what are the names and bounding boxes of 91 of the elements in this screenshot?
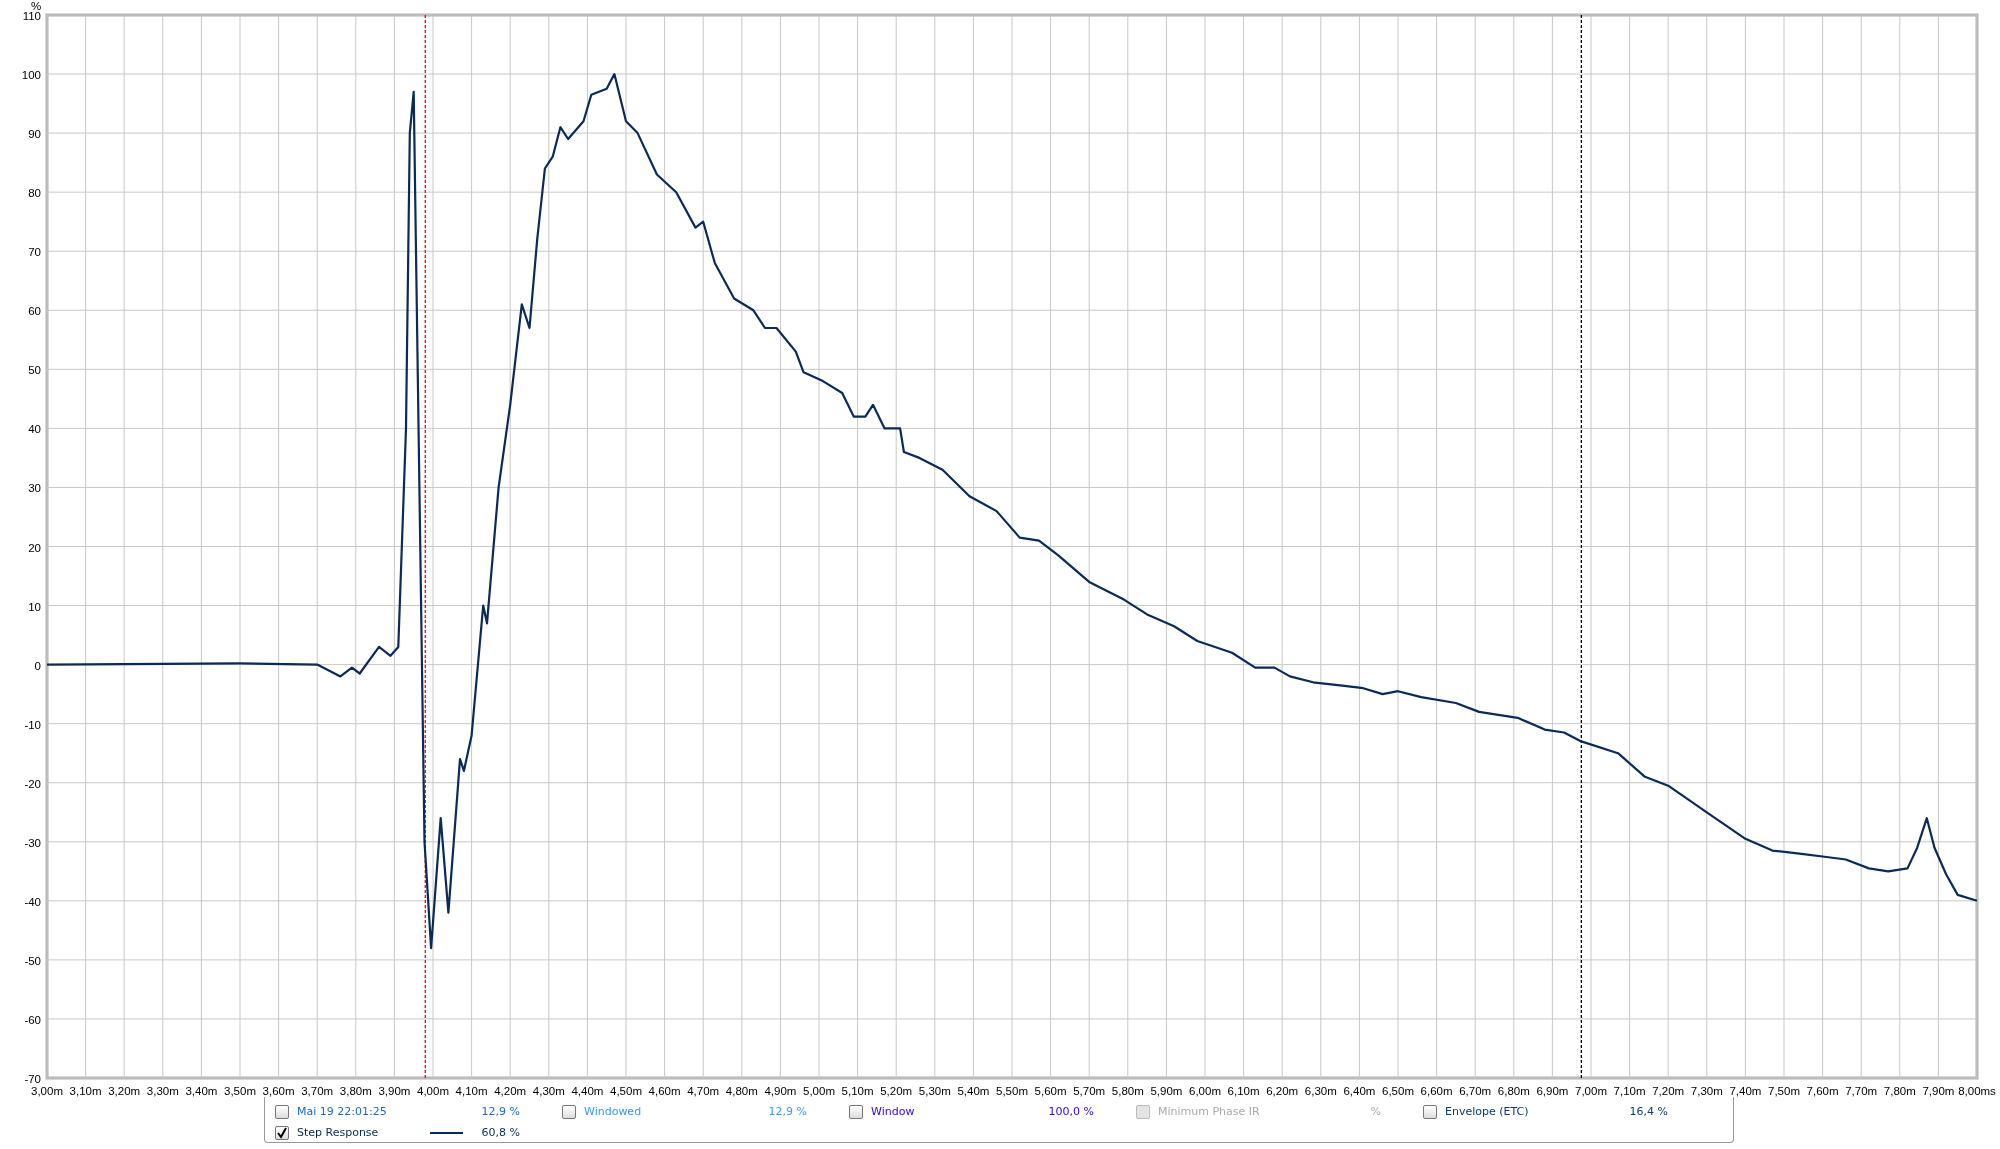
- x-tick-label: 3,30m: [146, 1085, 179, 1097]
- y-tick-label: 50: [28, 364, 41, 377]
- y-tick-label: 20: [28, 541, 41, 554]
- x-tick-label: 3,40m: [185, 1085, 218, 1097]
- x-tick-label: 7,70m: [1845, 1085, 1878, 1097]
- x-tick-label: 6,40m: [1343, 1085, 1376, 1097]
- trace-label: Window: [871, 1105, 915, 1118]
- x-tick-label: 6,60m: [1420, 1085, 1453, 1097]
- x-tick-label: 5,00m: [803, 1085, 835, 1097]
- x-tick-label: 5,90m: [1150, 1085, 1183, 1097]
- x-tick-label: 7,60m: [1806, 1085, 1839, 1097]
- x-tick-label: 7,10m: [1613, 1085, 1646, 1097]
- checkbox[interactable]: [275, 1125, 289, 1140]
- y-tick-label: -50: [24, 954, 41, 967]
- checkmark-icon: [276, 1126, 288, 1139]
- x-tick-label: 6,50m: [1382, 1085, 1414, 1097]
- x-tick-label: 5,70m: [1073, 1085, 1106, 1097]
- trace-value: 100,0 %: [1048, 1105, 1094, 1118]
- x-tick-label: 5,10m: [841, 1085, 874, 1097]
- x-tick-label: 3,00m: [31, 1085, 63, 1097]
- x-tick-label: 3,80m: [339, 1085, 372, 1097]
- y-tick-label: -30: [24, 836, 41, 849]
- trace-label: Windowed: [584, 1105, 642, 1118]
- trace-value: %: [1370, 1105, 1381, 1118]
- y-tick-label: 40: [28, 423, 41, 436]
- checkbox[interactable]: [1423, 1104, 1437, 1119]
- trace-label: Envelope (ETC): [1445, 1105, 1529, 1118]
- x-tick-label: 3,90m: [378, 1085, 411, 1097]
- x-tick-label: 3,60m: [262, 1085, 295, 1097]
- x-tick-label: 5,20m: [880, 1085, 913, 1097]
- x-tick-label: 7,30m: [1690, 1085, 1723, 1097]
- x-tick-label: 7,20m: [1652, 1085, 1685, 1097]
- marker-line[interactable]: [1580, 14, 1582, 1079]
- checkbox[interactable]: [849, 1104, 863, 1119]
- trace-label: Mai 19 22:01:25: [297, 1105, 387, 1118]
- y-tick-label: -20: [24, 777, 41, 790]
- y-tick-label: 30: [28, 482, 41, 495]
- x-tick-label: 5,50m: [996, 1085, 1028, 1097]
- x-tick-label: 6,10m: [1227, 1085, 1260, 1097]
- x-tick-label: 5,40m: [957, 1085, 990, 1097]
- x-tick-label: 6,00m: [1189, 1085, 1221, 1097]
- x-tick-label: 5,80m: [1111, 1085, 1144, 1097]
- x-tick-label: 6,80m: [1497, 1085, 1530, 1097]
- x-tick-label: 4,00m: [417, 1085, 449, 1097]
- x-tick-label: 7,40m: [1729, 1085, 1762, 1097]
- x-tick-label: 5,60m: [1034, 1085, 1067, 1097]
- y-tick-label: -10: [24, 718, 41, 731]
- x-tick-label: 4,40m: [571, 1085, 604, 1097]
- x-tick-label: 4,50m: [610, 1085, 642, 1097]
- y-tick-label: 0: [34, 659, 41, 672]
- x-tick-label: 7,00m: [1575, 1085, 1607, 1097]
- checkbox[interactable]: [562, 1104, 576, 1119]
- x-tick-label: 3,70m: [301, 1085, 334, 1097]
- x-tick-label: 6,70m: [1459, 1085, 1492, 1097]
- x-tick-label: 4,70m: [687, 1085, 720, 1097]
- y-tick-label: 10: [28, 600, 41, 613]
- y-tick-label: 90: [28, 128, 41, 141]
- y-tick-label: -40: [24, 895, 41, 908]
- trace-value: 60,8 %: [481, 1126, 520, 1139]
- x-tick-label: 4,20m: [494, 1085, 527, 1097]
- x-tick-label: 4,30m: [532, 1085, 565, 1097]
- x-tick-label: 4,10m: [455, 1085, 488, 1097]
- x-tick-label: 7,80m: [1883, 1085, 1916, 1097]
- x-tick-label: 5,30m: [918, 1085, 951, 1097]
- trace-value: 16,4 %: [1629, 1105, 1668, 1118]
- y-axis-label: %: [30, 0, 42, 12]
- y-tick-label: -70: [24, 1073, 41, 1085]
- y-tick-label: 110: [22, 10, 41, 22]
- x-tick-label: 4,60m: [648, 1085, 681, 1097]
- trace-value: 12,9 %: [481, 1105, 520, 1118]
- y-tick-label: 100: [21, 69, 41, 82]
- trace-label: Minimum Phase IR: [1158, 1105, 1260, 1118]
- x-tick-label: 7,50m: [1768, 1085, 1800, 1097]
- trace-value: 12,9 %: [768, 1105, 807, 1118]
- x-tick-label: 8,00ms: [1958, 1085, 1996, 1097]
- x-tick-label: 6,90m: [1536, 1085, 1569, 1097]
- y-tick-label: 80: [28, 187, 41, 200]
- x-tick-label: 6,20m: [1266, 1085, 1299, 1097]
- checkbox[interactable]: [275, 1104, 289, 1119]
- x-tick-label: 4,80m: [725, 1085, 758, 1097]
- x-tick-label: 7,90m: [1922, 1085, 1955, 1097]
- y-tick-label: 70: [28, 246, 41, 259]
- x-tick-label: 3,20m: [108, 1085, 141, 1097]
- y-tick-label: 60: [28, 305, 41, 318]
- marker-line[interactable]: [424, 14, 426, 1079]
- y-tick-label: -60: [24, 1013, 41, 1026]
- x-tick-label: 4,90m: [764, 1085, 797, 1097]
- trace-label: Step Response: [297, 1126, 379, 1139]
- x-tick-label: 3,10m: [69, 1085, 102, 1097]
- x-tick-label: 6,30m: [1304, 1085, 1337, 1097]
- x-tick-label: 3,50m: [224, 1085, 256, 1097]
